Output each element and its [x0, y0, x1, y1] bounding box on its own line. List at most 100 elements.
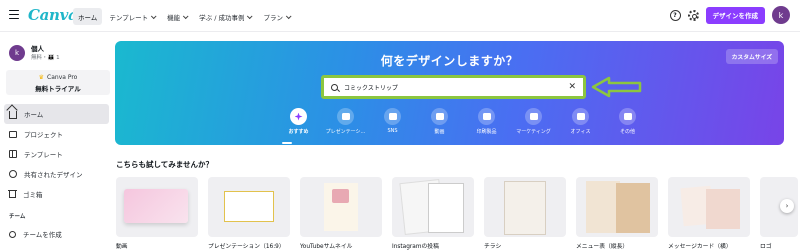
tab-marketing[interactable]: マーケティング	[510, 108, 557, 135]
card-label: チラシ	[484, 244, 502, 250]
hamburger-menu-icon[interactable]	[9, 10, 19, 19]
card-label: メニュー表（縦長）	[576, 244, 629, 250]
heart-message-icon	[384, 108, 401, 125]
account-switcher[interactable]: k 個人 無料・👪 1	[9, 45, 60, 62]
close-icon[interactable]: ✕	[568, 82, 576, 92]
tab-recommended[interactable]: おすすめ	[275, 108, 322, 135]
nav-templates-label: テンプレート	[109, 13, 149, 22]
card-video[interactable]: 動画	[116, 177, 198, 250]
tab-more[interactable]: その他	[604, 108, 651, 135]
pro-title: Canva Pro	[47, 74, 78, 81]
card-youtube-thumbnail[interactable]: YouTubeサムネイル	[300, 177, 382, 250]
sidebar-item-projects[interactable]: プロジェクト	[4, 124, 109, 144]
chevron-down-icon	[183, 12, 189, 19]
home-icon	[9, 111, 17, 119]
nav-features-label: 機能	[167, 13, 181, 22]
settings-gear-icon[interactable]	[687, 9, 699, 21]
card-message-card[interactable]: メッセージカード（横）	[668, 177, 750, 250]
chevron-down-icon	[151, 12, 157, 19]
category-label: その他	[619, 129, 635, 135]
card-thumbnail	[576, 177, 658, 237]
search-box: ✕	[321, 75, 586, 99]
more-dots-icon	[619, 108, 636, 125]
sidebar-menu: ホーム プロジェクト テンプレート 共有されたデザイン ゴミ箱	[4, 104, 109, 204]
category-label: オフィス	[570, 129, 591, 135]
card-label: メッセージカード（横）	[668, 244, 732, 250]
nav-plans-label: プラン	[263, 13, 283, 22]
tab-office[interactable]: オフィス	[557, 108, 604, 135]
canva-logo[interactable]: Canva	[28, 6, 78, 24]
sparkle-icon	[290, 108, 307, 125]
sidebar-item-label: ホーム	[24, 111, 44, 119]
tab-video[interactable]: 動画	[416, 108, 463, 135]
team-icon	[9, 230, 16, 238]
crown-icon: ♛	[38, 74, 45, 81]
folder-icon	[9, 130, 17, 138]
create-team-section: チームを作成	[4, 224, 109, 244]
sidebar-item-label: テンプレート	[24, 151, 63, 159]
top-nav-bar: Canva ホーム テンプレート 機能 学ぶ / 成功事例 プラン ? デザイン…	[0, 0, 800, 32]
canva-pro-trial-card[interactable]: ♛ Canva Pro 無料トライアル	[6, 70, 110, 95]
trash-icon	[8, 189, 17, 198]
printer-icon	[478, 108, 495, 125]
video-icon	[431, 108, 448, 125]
presentation-icon	[337, 108, 354, 125]
user-avatar[interactable]: k	[772, 6, 790, 24]
search-icon	[331, 83, 338, 91]
card-logo[interactable]: ロゴ	[760, 177, 798, 250]
team-heading: チーム	[9, 214, 26, 220]
nav-learn-label: 学ぶ / 成功事例	[199, 13, 245, 22]
arrow-left-icon	[591, 76, 642, 98]
card-menu[interactable]: メニュー表（縦長）	[576, 177, 658, 250]
card-instagram-post[interactable]: Instagramの投稿	[392, 177, 474, 250]
custom-size-button[interactable]: カスタムサイズ	[725, 49, 778, 64]
search-input[interactable]	[344, 83, 564, 91]
tab-print[interactable]: 印刷製品	[463, 108, 510, 135]
category-label: おすすめ	[288, 129, 309, 135]
hero-banner: 何をデザインしますか？ カスタムサイズ ✕ おすすめ プレゼンテーシ... SN…	[115, 41, 784, 145]
suggestions-title: こちらも試してみませんか？	[116, 160, 214, 169]
nav-templates[interactable]: テンプレート	[104, 8, 160, 25]
help-icon[interactable]: ?	[669, 9, 681, 21]
chevron-right-icon[interactable]: ›	[780, 199, 794, 213]
sidebar-item-label: プロジェクト	[24, 131, 63, 139]
nav-features[interactable]: 機能	[162, 8, 192, 25]
sidebar-item-templates[interactable]: テンプレート	[4, 144, 109, 164]
hero-title: 何をデザインしますか？	[380, 54, 519, 68]
sidebar-item-label: チームを作成	[23, 231, 62, 239]
nav-learn[interactable]: 学ぶ / 成功事例	[194, 8, 256, 25]
suggestion-cards: 動画 プレゼンテーション（16:9） YouTubeサムネイル Instagra…	[116, 177, 798, 250]
card-thumbnail	[116, 177, 198, 237]
sidebar-item-create-team[interactable]: チームを作成	[4, 224, 109, 244]
sidebar-item-label: 共有されたデザイン	[24, 171, 83, 179]
chevron-down-icon	[285, 12, 292, 19]
card-label: ロゴ	[760, 244, 772, 250]
card-thumbnail	[668, 177, 750, 237]
main-nav: ホーム テンプレート 機能 学ぶ / 成功事例 プラン	[73, 8, 295, 25]
tab-presentation[interactable]: プレゼンテーシ...	[322, 108, 369, 135]
category-label: マーケティング	[516, 129, 551, 135]
card-label: Instagramの投稿	[392, 244, 439, 250]
nav-home-label: ホーム	[78, 13, 98, 22]
card-label: YouTubeサムネイル	[300, 244, 353, 250]
nav-plans[interactable]: プラン	[258, 8, 295, 25]
nav-home[interactable]: ホーム	[73, 8, 103, 25]
active-tab-indicator	[282, 142, 292, 144]
account-avatar: k	[9, 45, 25, 61]
create-design-button[interactable]: デザインを作成	[705, 6, 765, 24]
sidebar-item-label: ゴミ箱	[23, 191, 43, 199]
card-presentation[interactable]: プレゼンテーション（16:9）	[208, 177, 290, 250]
account-name: 個人	[31, 45, 44, 53]
sidebar-item-trash[interactable]: ゴミ箱	[4, 184, 109, 204]
card-thumbnail	[300, 177, 382, 237]
category-label: SNS	[387, 128, 398, 134]
tab-sns[interactable]: SNS	[369, 108, 416, 135]
sidebar-item-home[interactable]: ホーム	[4, 104, 109, 124]
shared-icon	[9, 170, 17, 178]
card-thumbnail	[208, 177, 290, 237]
template-icon	[9, 150, 17, 158]
megaphone-icon	[525, 108, 542, 125]
sidebar-item-shared[interactable]: 共有されたデザイン	[4, 164, 109, 184]
account-subtitle: 無料・👪 1	[31, 55, 60, 61]
card-flyer[interactable]: チラシ	[484, 177, 566, 250]
